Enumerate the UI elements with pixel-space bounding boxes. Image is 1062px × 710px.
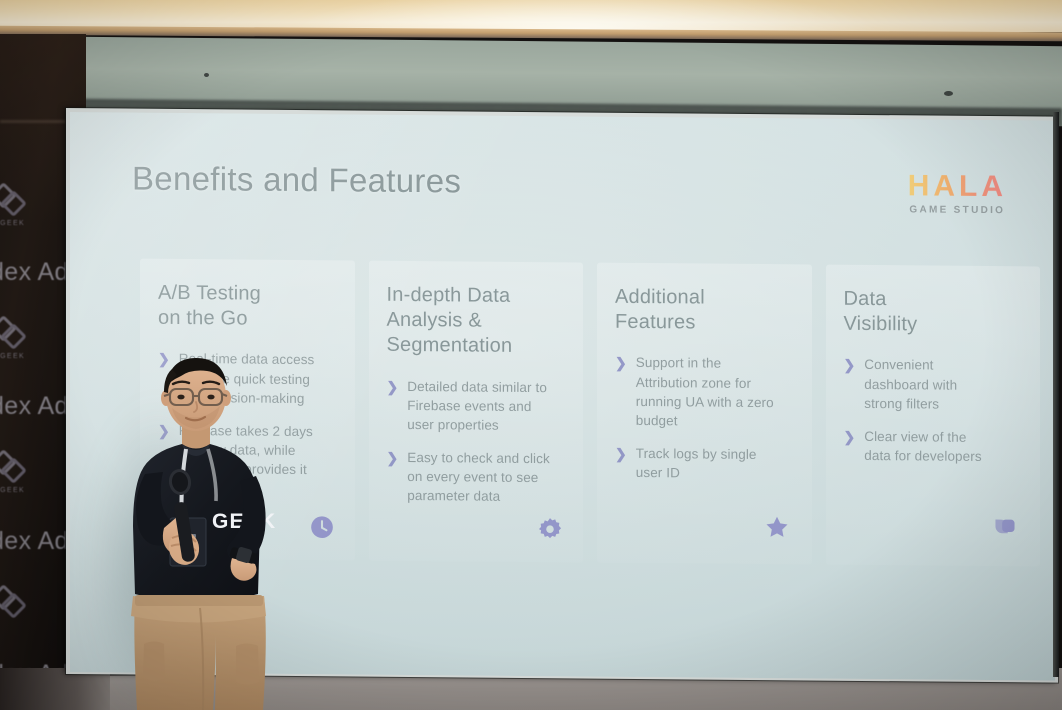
wall-sponsor-text: dex Ad (0, 392, 69, 420)
wall-sponsor-text: dex Ad (0, 527, 69, 555)
wall-logo-egeek: EGEEK (0, 315, 54, 360)
copy-layers-icon (992, 516, 1018, 542)
card-bullet: ❯ Detailed data similar to Firebase even… (387, 376, 566, 435)
chevron-right-icon: ❯ (843, 357, 856, 374)
card-bullet: ❯ Easy to check and click on every event… (387, 448, 566, 507)
slide-title: Benefits and Features (132, 159, 462, 200)
diamond-icon (0, 182, 28, 219)
card-bullet-text: Easy to check and click on every event t… (407, 449, 550, 505)
card-bullet-text: Detailed data similar to Firebase events… (407, 378, 547, 433)
wall-logo-egeek: EGEEK (0, 449, 54, 494)
chevron-right-icon: ❯ (386, 378, 399, 395)
card-title: A/B Testing on the Go (158, 281, 262, 330)
presentation-photo-scene: EGEEK dex Ad EGEEK dex Ad EGEEK dex Ad d… (0, 0, 1062, 710)
gear-icon (537, 516, 563, 542)
card-bullet-text: Convenient dashboard with strong filters (864, 357, 958, 412)
feature-card-data-analysis: In-depth Data Analysis & Segmentation ❯ … (368, 260, 583, 563)
ceiling-fixture-dot (204, 73, 209, 77)
screen-right-edge (1053, 112, 1059, 678)
wall-logo-egeek (0, 584, 54, 622)
diamond-icon (0, 449, 28, 486)
feature-card-data-visibility: Data Visibility ❯ Convenient dashboard w… (825, 264, 1040, 567)
card-bullet-text: Clear view of the data for developers (864, 428, 982, 464)
card-bullet-list: ❯ Convenient dashboard with strong filte… (844, 355, 1023, 466)
wall-logo-label: EGEEK (0, 220, 26, 227)
chevron-right-icon: ❯ (615, 445, 627, 462)
card-title: Additional Features (615, 285, 705, 334)
wall-logo-label: EGEEK (0, 353, 26, 360)
brand-wordmark: HALA (907, 169, 1007, 204)
hala-game-studio-logo: HALA GAME STUDIO (907, 169, 1007, 217)
feature-card-additional-features: Additional Features ❯ Support in the Att… (597, 262, 812, 565)
card-bullet: ❯ Support in the Attribution zone for ru… (615, 353, 794, 431)
diamond-icon (0, 584, 28, 621)
star-icon (764, 514, 790, 540)
card-bullet: ❯ Clear view of the data for developers (844, 427, 1023, 467)
clock-icon (309, 514, 335, 540)
card-bullet-text: Track logs by single user ID (635, 445, 757, 481)
card-bullet: ❯ Convenient dashboard with strong filte… (844, 355, 1023, 414)
card-bullet-list: ❯ Support in the Attribution zone for ru… (615, 353, 794, 483)
diamond-icon (0, 315, 28, 352)
chevron-right-icon: ❯ (386, 449, 399, 466)
wall-logo-egeek: EGEEK (0, 182, 54, 227)
wall-sponsor-text: dex Ad (0, 258, 69, 286)
card-bullet-list: ❯ Detailed data similar to Firebase even… (387, 376, 566, 506)
brand-tagline: GAME STUDIO (909, 204, 1006, 217)
card-bullet: ❯ Track logs by single user ID (615, 444, 794, 484)
chevron-right-icon: ❯ (615, 355, 627, 372)
card-bullet-text: Support in the Attribution zone for runn… (635, 355, 774, 429)
wall-light-stripe (0, 120, 66, 123)
ceiling-fixture-dot (944, 91, 953, 96)
card-title: Data Visibility (843, 287, 918, 336)
speaker-person: GEEK (104, 352, 304, 710)
wall-logo-label: EGEEK (0, 487, 26, 494)
chevron-right-icon: ❯ (843, 428, 856, 445)
card-title: In-depth Data Analysis & Segmentation (386, 283, 513, 358)
